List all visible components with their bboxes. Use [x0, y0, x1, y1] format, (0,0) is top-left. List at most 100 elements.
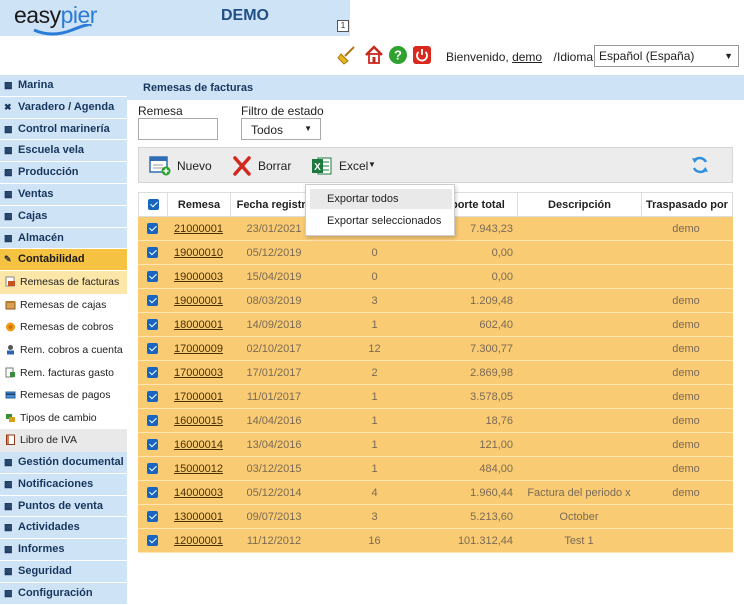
sidebar-item-contabilidad[interactable]: ✎ Contabilidad	[0, 249, 127, 272]
excel-button[interactable]: X Excel ▼	[311, 156, 377, 176]
row-checkbox[interactable]	[147, 463, 158, 474]
remesa-link[interactable]: 14000003	[174, 487, 223, 499]
table-row[interactable]: 13000001 09/07/2013 3 5.213,60 October	[138, 505, 733, 529]
remesa-link[interactable]: 19000003	[174, 271, 223, 283]
cell-remesa[interactable]: 14000003	[167, 481, 230, 504]
row-checkbox[interactable]	[147, 535, 158, 546]
help-icon[interactable]: ?	[388, 45, 408, 65]
table-row[interactable]: 17000009 02/10/2017 12 7.300,77 demo	[138, 337, 733, 361]
sidebar-item-produccion[interactable]: ▩ Producción	[0, 162, 127, 184]
cell-remesa[interactable]: 15000012	[167, 457, 230, 480]
sidebar-item-varadero[interactable]: ✖ Varadero / Agenda	[0, 96, 127, 119]
remesa-link[interactable]: 17000009	[174, 343, 223, 355]
subitem-rem-facturas-gasto[interactable]: Rem. facturas gasto	[0, 361, 127, 385]
home-icon[interactable]	[364, 45, 384, 65]
row-checkbox[interactable]	[147, 439, 158, 450]
remesa-link[interactable]: 16000014	[174, 439, 223, 451]
row-checkbox[interactable]	[147, 343, 158, 354]
cell-remesa[interactable]: 16000014	[167, 433, 230, 456]
subitem-remesas-facturas[interactable]: Remesas de facturas	[0, 271, 127, 294]
table-row[interactable]: 14000003 05/12/2014 4 1.960,44 Factura del p…	[138, 481, 733, 505]
subitem-remesas-pagos[interactable]: Remesas de pagos	[0, 384, 127, 407]
table-row[interactable]: 16000015 14/04/2016 1 18,76 demo	[138, 409, 733, 433]
remesa-filter-input[interactable]	[138, 118, 218, 140]
subitem-remesas-cajas[interactable]: Remesas de cajas	[0, 293, 127, 317]
table-row[interactable]: 19000001 08/03/2019 3 1.209,48 demo	[138, 289, 733, 313]
sidebar-item-notificaciones[interactable]: ▩ Notificaciones	[0, 473, 127, 496]
user-link[interactable]: demo	[512, 50, 542, 64]
table-row[interactable]: 12000001 11/12/2012 16 101.312,44 Test 1	[138, 529, 733, 553]
sidebar-item-almacen[interactable]: ▩ Almacén	[0, 227, 127, 250]
sidebar-item-configuracion[interactable]: ▩ Configuración	[0, 582, 127, 605]
table-row[interactable]: 19000003 15/04/2019 0 0,00	[138, 265, 733, 289]
sidebar-item-puntos-venta[interactable]: ▩ Puntos de venta	[0, 495, 127, 518]
cell-remesa[interactable]: 18000001	[167, 313, 230, 336]
subitem-rem-cobros-cuenta[interactable]: Rem. cobros a cuenta	[0, 338, 127, 362]
remesa-link[interactable]: 19000010	[174, 247, 223, 259]
table-row[interactable]: 18000001 14/09/2018 1 602,40 demo	[138, 313, 733, 337]
remesa-link[interactable]: 15000012	[174, 463, 223, 475]
cell-remesa[interactable]: 12000001	[167, 529, 230, 552]
sidebar-item-ventas[interactable]: ▩ Ventas	[0, 183, 127, 206]
logo[interactable]: easypier	[14, 2, 124, 36]
row-checkbox[interactable]	[147, 271, 158, 282]
nuevo-button[interactable]: Nuevo	[149, 156, 212, 176]
row-checkbox[interactable]	[147, 487, 158, 498]
remesa-link[interactable]: 12000001	[174, 535, 223, 547]
cell-remesa[interactable]: 16000015	[167, 409, 230, 432]
table-row[interactable]: 15000012 03/12/2015 1 484,00 demo	[138, 457, 733, 481]
refresh-icon[interactable]	[690, 155, 710, 175]
cell-remesa[interactable]: 21000001	[167, 217, 230, 240]
power-icon[interactable]	[412, 45, 432, 65]
subitem-remesas-cobros[interactable]: Remesas de cobros	[0, 316, 127, 339]
subitem-libro-iva[interactable]: Libro de IVA	[0, 429, 127, 452]
table-row[interactable]: 17000003 17/01/2017 2 2.869,98 demo	[138, 361, 733, 385]
cell-remesa[interactable]: 19000001	[167, 289, 230, 312]
select-all-checkbox[interactable]	[148, 199, 159, 210]
row-checkbox[interactable]	[147, 223, 158, 234]
remesa-link[interactable]: 17000001	[174, 391, 223, 403]
sidebar-item-control-marineria[interactable]: ▩ Control marinería	[0, 118, 127, 141]
sidebar-item-marina[interactable]: ▩ Marina	[0, 75, 127, 97]
row-checkbox[interactable]	[147, 247, 158, 258]
col-descripcion[interactable]: Descripción	[518, 193, 642, 216]
language-select[interactable]: Español (España) ▼	[594, 45, 739, 67]
remesa-link[interactable]: 13000001	[174, 511, 223, 523]
row-checkbox[interactable]	[147, 511, 158, 522]
col-remesa[interactable]: Remesa	[168, 193, 231, 216]
table-row[interactable]: 16000014 13/04/2016 1 121,00 demo	[138, 433, 733, 457]
row-checkbox[interactable]	[147, 367, 158, 378]
col-traspasado-por[interactable]: Traspasado por	[642, 193, 732, 216]
row-checkbox[interactable]	[147, 391, 158, 402]
estado-filter-select[interactable]: Todos ▼	[241, 118, 321, 140]
sidebar-item-gestion-documental[interactable]: ▩ Gestión documental	[0, 451, 127, 474]
borrar-button[interactable]: Borrar	[232, 156, 296, 176]
cell-remesa[interactable]: 19000010	[167, 241, 230, 264]
table-row[interactable]: 19000010 05/12/2019 0 0,00	[138, 241, 733, 265]
sidebar-item-actividades[interactable]: ▩ Actividades	[0, 517, 127, 540]
remesa-link[interactable]: 21000001	[174, 223, 223, 235]
sidebar-item-seguridad[interactable]: ▩ Seguridad	[0, 560, 127, 583]
remesa-link[interactable]: 16000015	[174, 415, 223, 427]
remesa-link[interactable]: 19000001	[174, 295, 223, 307]
select-all-cell[interactable]	[139, 193, 168, 216]
cell-remesa[interactable]: 13000001	[167, 505, 230, 528]
sidebar-item-escuela-vela[interactable]: ▩ Escuela vela	[0, 140, 127, 163]
cell-remesa[interactable]: 17000001	[167, 385, 230, 408]
row-checkbox[interactable]	[147, 319, 158, 330]
remesa-link[interactable]: 18000001	[174, 319, 223, 331]
menu-export-all[interactable]: Exportar todos	[310, 189, 452, 209]
table-row[interactable]: 17000001 11/01/2017 1 3.578,05 demo	[138, 385, 733, 409]
sidebar-item-informes[interactable]: ▩ Informes	[0, 539, 127, 561]
cell-remesa[interactable]: 17000009	[167, 337, 230, 360]
cell-remesa[interactable]: 17000003	[167, 361, 230, 384]
row-checkbox[interactable]	[147, 415, 158, 426]
subitem-tipos-cambio[interactable]: Tipos de cambio	[0, 406, 127, 430]
menu-export-selected[interactable]: Exportar seleccionados	[310, 211, 452, 231]
broom-icon[interactable]	[337, 45, 357, 65]
sidebar-item-cajas[interactable]: ▩ Cajas	[0, 205, 127, 228]
notification-badge[interactable]: 1	[337, 20, 349, 32]
remesa-link[interactable]: 17000003	[174, 367, 223, 379]
cell-remesa[interactable]: 19000003	[167, 265, 230, 288]
row-checkbox[interactable]	[147, 295, 158, 306]
